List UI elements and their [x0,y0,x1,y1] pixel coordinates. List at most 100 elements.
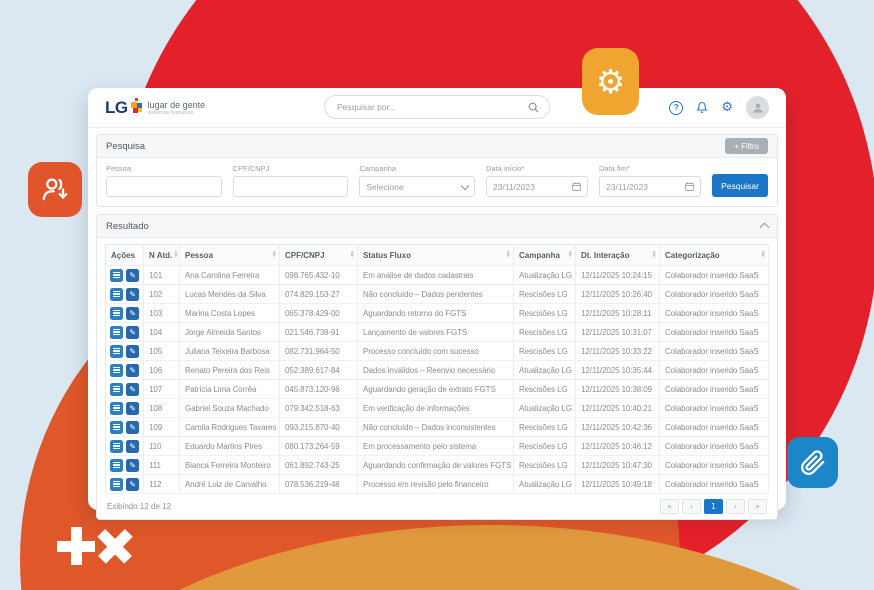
row-edit-button[interactable]: ✎ [126,421,139,434]
column-header[interactable]: Campanha▲▼ [514,245,576,266]
row-edit-button[interactable]: ✎ [126,383,139,396]
row-edit-button[interactable]: ✎ [126,307,139,320]
row-menu-button[interactable] [110,383,123,396]
row-menu-button[interactable] [110,269,123,282]
sort-icon[interactable]: ▲▼ [351,251,354,259]
cell-n: 110 [144,437,180,456]
column-header[interactable]: Dt. Interação▲▼ [576,245,660,266]
row-menu-button[interactable] [110,326,123,339]
sort-icon[interactable]: ▲▼ [273,251,276,259]
collapse-icon[interactable] [760,223,770,233]
avatar[interactable] [746,96,769,119]
sort-icon[interactable]: ▲▼ [174,251,177,259]
calendar-icon [572,182,581,191]
campanha-label: Campanha [359,164,475,173]
sort-icon[interactable]: ▲▼ [507,251,510,259]
column-header[interactable]: Status Fluxo▲▼ [358,245,514,266]
row-menu-button[interactable] [110,478,123,491]
row-actions: ✎ [106,437,144,456]
row-edit-button[interactable]: ✎ [126,269,139,282]
page-nav-button[interactable]: « [660,499,679,514]
cell-pessoa: Eduardo Martins Pires [180,437,280,456]
row-menu-button[interactable] [110,288,123,301]
cell-cpf: 080.173.264-59 [280,437,358,456]
table-row: ✎108Gabriel Souza Machado079.342.518-63E… [106,399,769,418]
pessoa-input[interactable] [106,176,222,197]
sort-icon[interactable]: ▲▼ [653,251,656,259]
person-download-badge [28,162,82,217]
row-menu-button[interactable] [110,402,123,415]
data-fim-input[interactable]: 23/11/2023 [599,176,701,197]
table-row: ✎104Jorge Almeida Santos021.546.738-91La… [106,323,769,342]
cell-status: Em verificação de informações [358,399,514,418]
sort-icon[interactable]: ▲▼ [762,251,765,259]
app-window: LG lugar de gente sistemas humanos [88,88,786,510]
row-edit-button[interactable]: ✎ [126,326,139,339]
row-menu-button[interactable] [110,440,123,453]
column-header[interactable]: N Atd.▲▼ [144,245,180,266]
results-summary: Exibindo 12 de 12 [107,502,171,511]
table-row: ✎112André Luiz de Carvalho078.536.219-48… [106,475,769,494]
row-menu-button[interactable] [110,459,123,472]
row-edit-button[interactable]: ✎ [126,478,139,491]
column-header[interactable]: Pessoa▲▼ [180,245,280,266]
table-row: ✎111Bianca Ferreira Monteiro061.892.743-… [106,456,769,475]
page-button-active[interactable]: 1 [704,499,723,514]
column-header[interactable]: Categorização▲▼ [660,245,769,266]
row-actions: ✎ [106,304,144,323]
row-edit-button[interactable]: ✎ [126,288,139,301]
global-search[interactable] [324,95,550,119]
filtro-button[interactable]: + Filtro [725,138,768,154]
page-nav-button[interactable]: » [748,499,767,514]
table-row: ✎106Renato Pereira dos Reis052.389.617-8… [106,361,769,380]
cell-campanha: Atualização LG [514,361,576,380]
cell-cpf: 078.536.219-48 [280,475,358,494]
row-menu-button[interactable] [110,421,123,434]
page-nav-button[interactable]: › [726,499,745,514]
results-table: AçõesN Atd.▲▼Pessoa▲▼CPF/CNPJ▲▼Status Fl… [105,244,769,494]
row-edit-button[interactable]: ✎ [126,440,139,453]
cell-dt: 12/11/2025 10:26:40 [576,285,660,304]
pesquisar-button[interactable]: Pesquisar [712,174,768,197]
row-edit-button[interactable]: ✎ [126,345,139,358]
row-menu-button[interactable] [110,345,123,358]
cell-status: Não concluído – Dados pendentes [358,285,514,304]
app-logo[interactable]: LG lugar de gente sistemas humanos [105,98,205,117]
cell-categorizacao: Colaborador inserido SaaS [660,323,769,342]
cell-campanha: Rescisões LG [514,285,576,304]
row-actions: ✎ [106,475,144,494]
cell-campanha: Atualização LG [514,266,576,285]
row-menu-button[interactable] [110,307,123,320]
bell-icon[interactable] [696,101,708,114]
cell-categorizacao: Colaborador inserido SaaS [660,361,769,380]
cell-pessoa: Juliana Teixeira Barbosa [180,342,280,361]
resultado-panel: Resultado AçõesN Atd.▲▼Pessoa▲▼CPF/CNPJ▲… [96,214,778,520]
cell-status: Dados inválidos – Reenvio necessário [358,361,514,380]
cell-n: 108 [144,399,180,418]
row-edit-button[interactable]: ✎ [126,364,139,377]
cell-n: 107 [144,380,180,399]
settings-icon[interactable]: ⚙ [721,101,733,114]
cell-n: 106 [144,361,180,380]
campanha-select[interactable]: Selecione [359,176,475,197]
row-menu-button[interactable] [110,364,123,377]
page-nav-button[interactable]: ‹ [682,499,701,514]
cell-pessoa: Bianca Ferreira Monteiro [180,456,280,475]
cell-dt: 12/11/2025 10:42:36 [576,418,660,437]
cell-dt: 12/11/2025 10:46:12 [576,437,660,456]
cell-dt: 12/11/2025 10:33:22 [576,342,660,361]
data-inicio-input[interactable]: 23/11/2023 [486,176,588,197]
global-search-input[interactable] [335,101,528,113]
row-edit-button[interactable]: ✎ [126,402,139,415]
cell-campanha: Rescisões LG [514,380,576,399]
help-icon[interactable]: ? [669,101,683,115]
cell-n: 111 [144,456,180,475]
gear-badge: ⚙ [582,48,639,115]
sort-icon[interactable]: ▲▼ [569,251,572,259]
calendar-icon [685,182,694,191]
cell-campanha: Rescisões LG [514,437,576,456]
row-edit-button[interactable]: ✎ [126,459,139,472]
cell-status: Em processamento pelo sistema [358,437,514,456]
cpf-input[interactable] [233,176,349,197]
column-header[interactable]: CPF/CNPJ▲▼ [280,245,358,266]
